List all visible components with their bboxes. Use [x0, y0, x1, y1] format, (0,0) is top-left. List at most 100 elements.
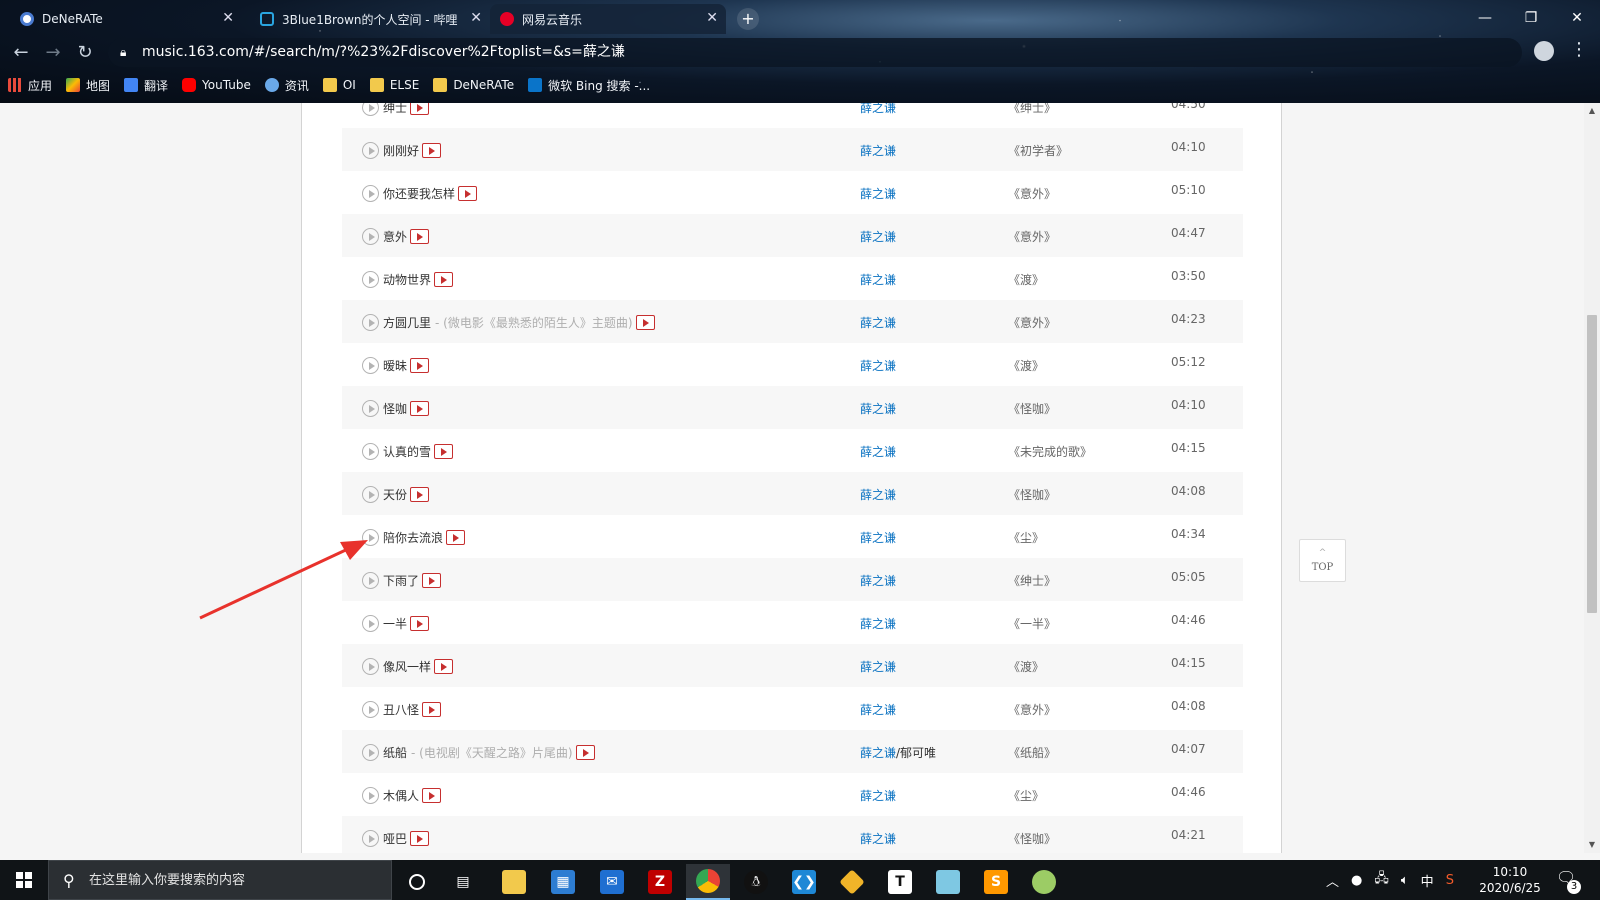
- play-icon[interactable]: [362, 228, 379, 245]
- mv-icon[interactable]: [410, 487, 430, 502]
- song-name[interactable]: 一半: [383, 615, 407, 632]
- artist-name[interactable]: 薛之谦: [860, 187, 896, 201]
- artist-link[interactable]: 薛之谦: [860, 529, 896, 546]
- network-icon[interactable]: 🖧︎: [1374, 869, 1389, 891]
- song-row[interactable]: 动物世界 薛之谦 《渡》 03:50: [342, 257, 1243, 300]
- vscode-icon[interactable]: ❮❯: [782, 864, 826, 900]
- song-row[interactable]: 丑八怪 薛之谦 《意外》 04:08: [342, 687, 1243, 730]
- mv-icon[interactable]: [410, 229, 430, 244]
- play-icon[interactable]: [362, 443, 379, 460]
- minimize-icon[interactable]: —: [1462, 4, 1508, 32]
- artist-name[interactable]: 薛之谦: [860, 273, 896, 287]
- song-name[interactable]: 绅士: [383, 103, 407, 116]
- song-name[interactable]: 怪咖: [383, 400, 407, 417]
- artist-name[interactable]: 薛之谦: [860, 144, 896, 158]
- play-icon[interactable]: [362, 787, 379, 804]
- git-icon[interactable]: [830, 864, 874, 900]
- song-name[interactable]: 暧昧: [383, 357, 407, 374]
- artist-link[interactable]: 薛之谦: [860, 787, 896, 804]
- artist-name[interactable]: 薛之谦: [860, 832, 896, 846]
- close-icon[interactable]: ✕: [222, 10, 234, 26]
- album-link[interactable]: 《一半》: [1008, 615, 1056, 632]
- artist-name[interactable]: 薛之谦: [860, 103, 896, 115]
- song-row[interactable]: 哑巴 薛之谦 《怪咖》 04:21: [342, 816, 1243, 853]
- play-icon[interactable]: [362, 486, 379, 503]
- scrollbar-thumb[interactable]: [1587, 315, 1597, 613]
- scroll-up-arrow-icon[interactable]: ▲: [1584, 103, 1600, 119]
- restore-icon[interactable]: ❐: [1508, 4, 1554, 32]
- song-name[interactable]: 你还要我怎样: [383, 185, 455, 202]
- artist-link[interactable]: 薛之谦: [860, 357, 896, 374]
- mv-icon[interactable]: [635, 315, 655, 330]
- bookmark-news[interactable]: 资讯: [264, 77, 309, 94]
- bookmark-bing[interactable]: 微软 Bing 搜索 -...: [528, 77, 650, 94]
- album-link[interactable]: 《怪咖》: [1008, 830, 1056, 847]
- chrome-taskbar-icon[interactable]: [686, 864, 730, 900]
- album-link[interactable]: 《渡》: [1008, 658, 1044, 675]
- album-link[interactable]: 《渡》: [1008, 357, 1044, 374]
- taskbar-search-box[interactable]: ⚲ 在这里输入你要搜索的内容: [48, 860, 392, 900]
- back-arrow-icon[interactable]: ←: [8, 40, 34, 66]
- ime-indicator[interactable]: 中: [1421, 871, 1434, 890]
- profile-avatar-icon[interactable]: [1534, 41, 1554, 61]
- mv-icon[interactable]: [422, 702, 442, 717]
- close-window-icon[interactable]: ✕: [1554, 4, 1600, 32]
- new-tab-button[interactable]: +: [737, 8, 759, 30]
- tab-bilibili[interactable]: 3Blue1Brown的个人空间 - 哔哩 ✕: [250, 4, 490, 34]
- play-icon[interactable]: [362, 529, 379, 546]
- mv-icon[interactable]: [410, 103, 430, 115]
- song-row[interactable]: 刚刚好 薛之谦 《初学者》 04:10: [342, 128, 1243, 171]
- mv-icon[interactable]: [422, 788, 442, 803]
- artist-extra[interactable]: /郁可唯: [896, 746, 936, 760]
- song-name[interactable]: 哑巴: [383, 830, 407, 847]
- artist-name[interactable]: 薛之谦: [860, 746, 896, 760]
- song-row[interactable]: 下雨了 薛之谦 《绅士》 05:05: [342, 558, 1243, 601]
- filezilla-icon[interactable]: Z: [638, 864, 682, 900]
- forward-arrow-icon[interactable]: →: [40, 40, 66, 66]
- artist-link[interactable]: 薛之谦: [860, 830, 896, 847]
- back-to-top-button[interactable]: ^ TOP: [1299, 539, 1346, 582]
- album-link[interactable]: 《纸船》: [1008, 744, 1056, 761]
- artist-name[interactable]: 薛之谦: [860, 316, 896, 330]
- qq-icon[interactable]: 🐧︎: [734, 864, 778, 900]
- mv-icon[interactable]: [422, 573, 442, 588]
- song-name[interactable]: 下雨了: [383, 572, 419, 589]
- menu-dots-icon[interactable]: ⋮: [1570, 39, 1588, 60]
- artist-link[interactable]: 薛之谦: [860, 486, 896, 503]
- mv-icon[interactable]: [434, 444, 454, 459]
- typora-icon[interactable]: T: [878, 864, 922, 900]
- artist-link[interactable]: 薛之谦: [860, 572, 896, 589]
- store-icon[interactable]: ▦: [541, 864, 585, 900]
- mv-icon[interactable]: [434, 272, 454, 287]
- close-icon[interactable]: ✕: [706, 10, 718, 26]
- artist-link[interactable]: 薛之谦/郁可唯: [860, 744, 936, 761]
- song-name[interactable]: 方圆几里: [383, 314, 431, 331]
- bookmark-translate[interactable]: 翻译: [124, 77, 168, 94]
- play-icon[interactable]: [362, 658, 379, 675]
- album-link[interactable]: 《尘》: [1008, 787, 1044, 804]
- start-button[interactable]: [0, 860, 48, 900]
- clock[interactable]: 10:10 2020/6/25: [1470, 864, 1550, 896]
- tab-denerate[interactable]: DeNeRATe ✕: [10, 4, 242, 34]
- address-bar[interactable]: 🔒︎ music.163.com/#/search/m/?%23%2Fdisco…: [108, 38, 1522, 67]
- cortana-icon[interactable]: [395, 864, 439, 900]
- artist-name[interactable]: 薛之谦: [860, 531, 896, 545]
- play-icon[interactable]: [362, 103, 379, 116]
- scrollbar[interactable]: ▲ ▼: [1584, 103, 1600, 853]
- song-name[interactable]: 认真的雪: [383, 443, 431, 460]
- album-link[interactable]: 《意外》: [1008, 701, 1056, 718]
- play-icon[interactable]: [362, 572, 379, 589]
- mv-icon[interactable]: [410, 401, 430, 416]
- song-name[interactable]: 刚刚好: [383, 142, 419, 159]
- song-row[interactable]: 认真的雪 薛之谦 《未完成的歌》 04:15: [342, 429, 1243, 472]
- song-name[interactable]: 木偶人: [383, 787, 419, 804]
- paint-icon[interactable]: [1022, 864, 1066, 900]
- qq-tray-icon[interactable]: ●: [1351, 873, 1362, 888]
- bookmark-folder-oi[interactable]: OI: [322, 78, 356, 92]
- mail-icon[interactable]: ✉: [590, 864, 634, 900]
- play-icon[interactable]: [362, 142, 379, 159]
- mv-icon[interactable]: [410, 358, 430, 373]
- album-link[interactable]: 《意外》: [1008, 185, 1056, 202]
- artist-link[interactable]: 薛之谦: [860, 185, 896, 202]
- artist-name[interactable]: 薛之谦: [860, 488, 896, 502]
